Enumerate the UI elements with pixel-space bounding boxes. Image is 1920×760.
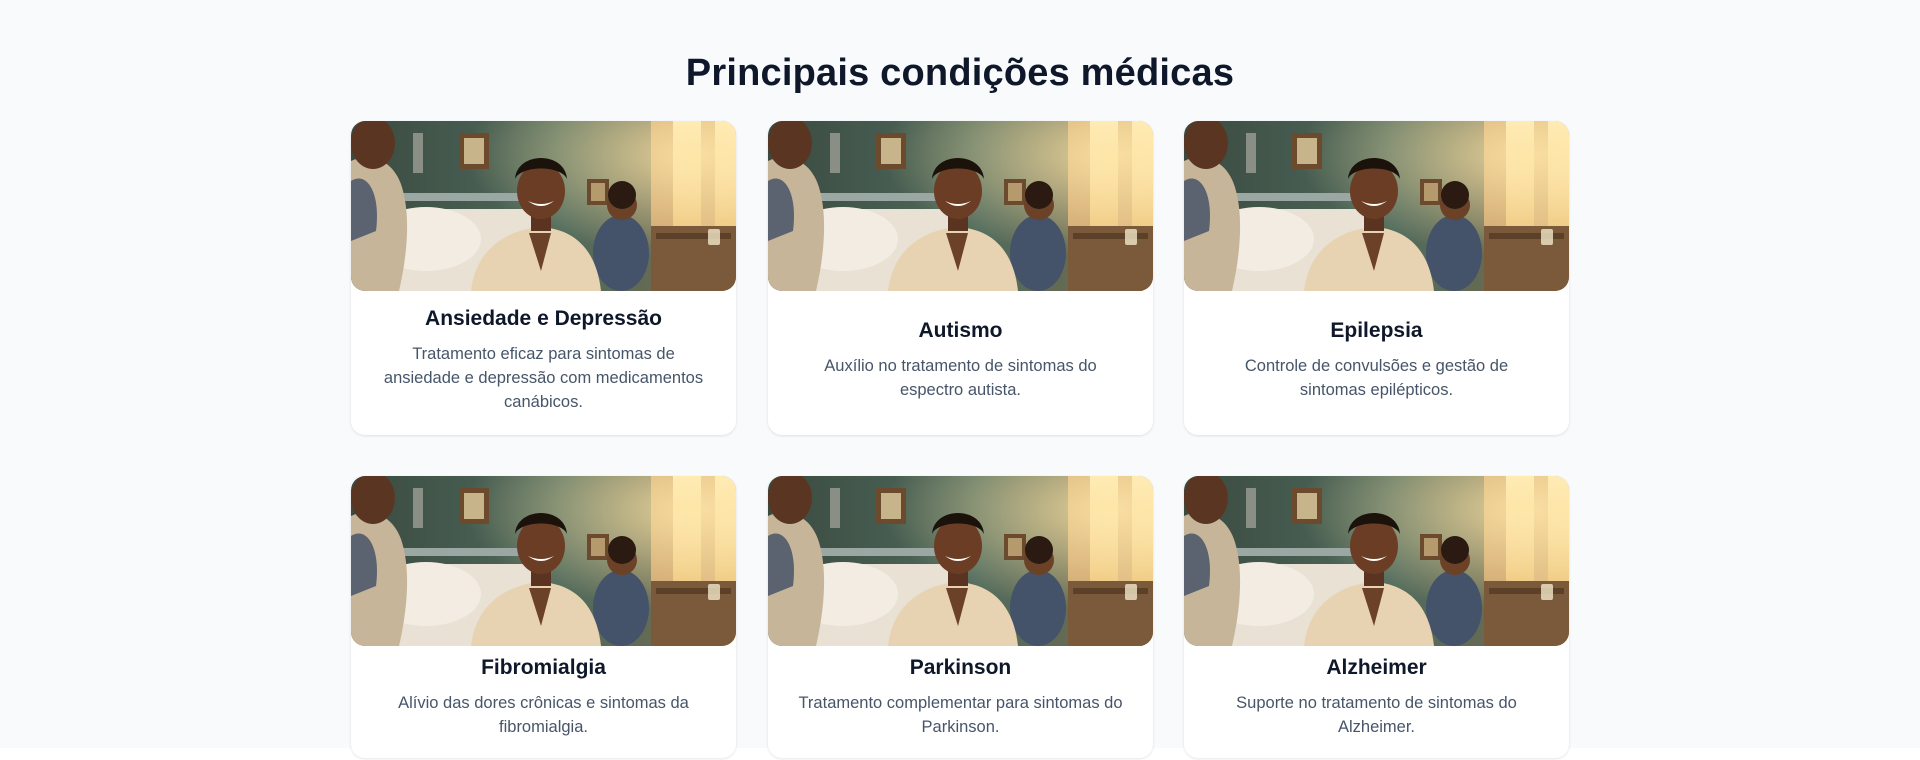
card-description: Suporte no tratamento de sintomas do Alz…: [1236, 694, 1517, 736]
card-description: Alívio das dores crônicas e sintomas da …: [398, 694, 689, 736]
card-title: Alzheimer: [1326, 656, 1427, 679]
smiling-patient-photo: [768, 476, 1153, 646]
card-description: Controle de convulsões e gestão de sinto…: [1244, 356, 1509, 399]
condition-card[interactable]: Ansiedade e Depressão Tratamento eficaz …: [351, 121, 736, 435]
condition-card[interactable]: Fibromialgia Alívio das dores crônicas e…: [351, 476, 736, 758]
card-title: Ansiedade e Depressão: [425, 306, 662, 330]
card-body: Parkinson Tratamento complementar para s…: [768, 646, 1153, 758]
condition-card[interactable]: Autismo Auxílio no tratamento de sintoma…: [768, 121, 1153, 435]
medical-conditions-section: Principais condições médicas Ansiedade e…: [0, 0, 1920, 758]
card-title: Fibromialgia: [481, 656, 606, 679]
card-image: [1184, 121, 1569, 291]
card-image: [351, 121, 736, 291]
card-title: Autismo: [918, 318, 1003, 342]
card-title: Epilepsia: [1330, 318, 1423, 342]
smiling-patient-photo: [351, 476, 736, 646]
smiling-patient-photo: [1184, 121, 1569, 291]
condition-card[interactable]: Alzheimer Suporte no tratamento de sinto…: [1184, 476, 1569, 758]
section-title: Principais condições médicas: [685, 52, 1235, 94]
card-body: Fibromialgia Alívio das dores crônicas e…: [351, 646, 736, 758]
smiling-patient-photo: [768, 121, 1153, 291]
card-image: [768, 476, 1153, 646]
card-image: [351, 476, 736, 646]
card-body: Epilepsia Controle de convulsões e gestã…: [1184, 291, 1569, 435]
card-description: Auxílio no tratamento de sintomas do esp…: [824, 356, 1097, 399]
card-image: [1184, 476, 1569, 646]
card-image: [768, 121, 1153, 291]
card-description: Tratamento eficaz para sintomas de ansie…: [383, 344, 704, 411]
smiling-patient-photo: [1184, 476, 1569, 646]
card-body: Ansiedade e Depressão Tratamento eficaz …: [351, 291, 736, 435]
condition-card[interactable]: Epilepsia Controle de convulsões e gestã…: [1184, 121, 1569, 435]
card-body: Alzheimer Suporte no tratamento de sinto…: [1184, 646, 1569, 758]
condition-card[interactable]: Parkinson Tratamento complementar para s…: [768, 476, 1153, 758]
smiling-patient-photo: [351, 121, 736, 291]
card-body: Autismo Auxílio no tratamento de sintoma…: [768, 291, 1153, 435]
card-title: Parkinson: [909, 656, 1012, 679]
card-description: Tratamento complementar para sintomas do…: [798, 694, 1123, 736]
